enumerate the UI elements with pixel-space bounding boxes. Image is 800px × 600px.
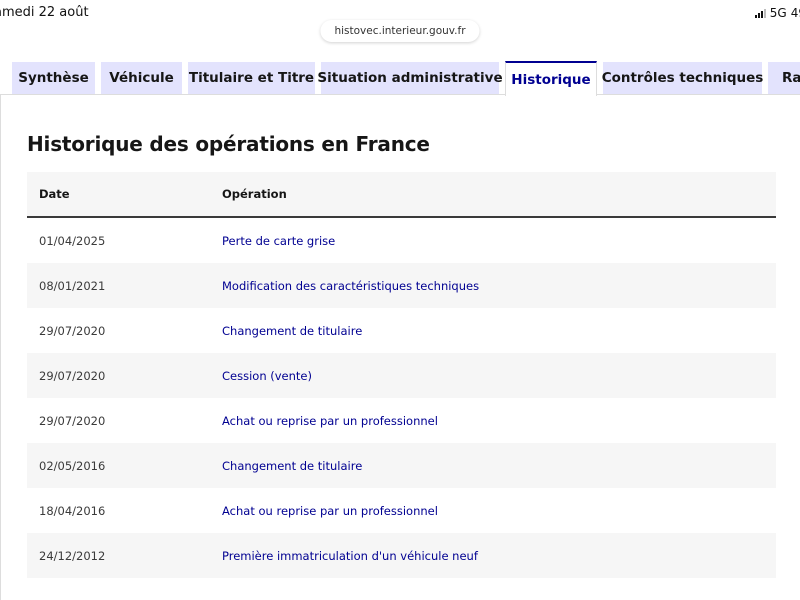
operations-table: Date Opération 01/04/2025 Perte de carte… [27, 172, 776, 578]
row-date: 08/01/2021 [39, 278, 106, 293]
row-date: 24/12/2012 [39, 548, 106, 563]
table-row: 08/01/2021 Modification des caractéristi… [27, 263, 776, 308]
row-date: 29/07/2020 [39, 323, 106, 338]
table-row: 29/07/2020 Achat ou reprise par un profe… [27, 398, 776, 443]
table-row: 24/12/2012 Première immatriculation d'un… [27, 533, 776, 578]
row-operation-link[interactable]: Achat ou reprise par un professionnel [222, 504, 438, 518]
row-date: 18/04/2016 [39, 503, 106, 518]
table-row: 29/07/2020 Cession (vente) [27, 353, 776, 398]
status-date: amedi 22 août [0, 5, 89, 20]
tab-bar: Synthèse Véhicule Titulaire et Titre Sit… [0, 61, 800, 96]
table-row: 01/04/2025 Perte de carte grise [27, 218, 776, 263]
historique-panel: Historique des opérations en France Date… [0, 94, 800, 600]
table-row: 02/05/2016 Changement de titulaire [27, 443, 776, 488]
address-bar[interactable]: histovec.interieur.gouv.fr [320, 20, 480, 42]
battery-level: 49 [790, 6, 800, 20]
tab-synthese[interactable]: Synthèse [12, 62, 95, 94]
tab-titulaire-et-titre[interactable]: Titulaire et Titre [188, 62, 315, 94]
tab-controles-techniques[interactable]: Contrôles techniques [602, 62, 763, 94]
signal-icon [754, 8, 766, 18]
row-date: 29/07/2020 [39, 368, 106, 383]
column-header-date: Date [39, 187, 70, 201]
row-operation-link[interactable]: Achat ou reprise par un professionnel [222, 414, 438, 428]
table-row: 29/07/2020 Changement de titulaire [27, 308, 776, 353]
row-date: 01/04/2025 [39, 233, 106, 248]
tab-historique[interactable]: Historique [505, 61, 597, 96]
table-row: 18/04/2016 Achat ou reprise par un profe… [27, 488, 776, 533]
row-operation-link[interactable]: Première immatriculation d'un véhicule n… [222, 549, 478, 563]
url-text: histovec.interieur.gouv.fr [334, 25, 466, 37]
row-operation-link[interactable]: Changement de titulaire [222, 459, 362, 473]
row-operation-link[interactable]: Modification des caractéristiques techni… [222, 279, 479, 293]
row-date: 02/05/2016 [39, 458, 106, 473]
row-operation-link[interactable]: Changement de titulaire [222, 324, 362, 338]
row-operation-link[interactable]: Perte de carte grise [222, 234, 335, 248]
tab-situation-administrative[interactable]: Situation administrative [317, 62, 503, 94]
row-operation-link[interactable]: Cession (vente) [222, 369, 312, 383]
row-date: 29/07/2020 [39, 413, 106, 428]
page-title: Historique des opérations en France [27, 132, 430, 156]
tab-rapport[interactable]: Rap [768, 62, 800, 94]
column-header-operation: Opération [222, 187, 287, 201]
table-header: Date Opération [27, 172, 776, 218]
tab-vehicule[interactable]: Véhicule [101, 62, 182, 94]
network-label: 5G [769, 6, 787, 20]
status-indicators: 5G 49 [754, 6, 800, 20]
